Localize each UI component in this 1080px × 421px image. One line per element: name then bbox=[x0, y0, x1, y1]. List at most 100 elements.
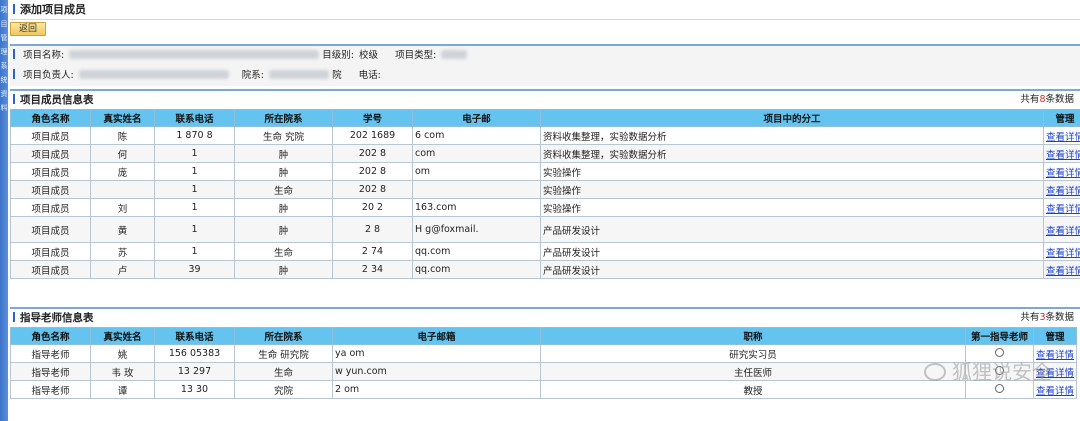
cell-email: qq.com bbox=[412, 242, 541, 261]
table-row: 项目成员 刘 1 肿 20 2 163.com 实验操作 查看详情 bbox=[10, 198, 1080, 217]
column-header: 电子邮箱 bbox=[332, 327, 541, 345]
cell-action: 查看详情 bbox=[1043, 126, 1080, 145]
column-header: 职称 bbox=[540, 327, 966, 345]
cell-phone: 1 870 8 bbox=[154, 126, 235, 145]
page-header: 添加项目成员 bbox=[10, 0, 1080, 20]
column-header: 真实姓名 bbox=[90, 109, 155, 127]
project-info-line-1: 项目名称: 目级别: 校级 项目类型: bbox=[10, 46, 1080, 66]
cell-phone: 1 bbox=[154, 180, 235, 199]
cell-role: 指导老师 bbox=[10, 362, 91, 381]
sidebar-char[interactable]: 项 bbox=[0, 6, 8, 14]
members-title: 项目成员信息表 bbox=[20, 94, 94, 106]
back-button[interactable]: 返回 bbox=[10, 22, 47, 36]
sidebar-char[interactable]: 系 bbox=[0, 62, 8, 70]
project-info-line-2: 项目负责人: 院系: 院 电话: bbox=[10, 66, 1080, 86]
project-info-panel: 项目名称: 目级别: 校级 项目类型: 项目负责人: 院系: 院 电话: bbox=[10, 44, 1080, 86]
sidebar-char[interactable]: 理 bbox=[0, 48, 8, 56]
cell-role: 项目成员 bbox=[10, 162, 91, 181]
cell-email: om bbox=[412, 162, 541, 181]
first-advisor-radio[interactable] bbox=[995, 384, 1004, 393]
cell-sid: 2 34 bbox=[332, 260, 413, 279]
view-details-link[interactable]: 查看详情 bbox=[1046, 204, 1080, 215]
view-details-link[interactable]: 查看详情 bbox=[1046, 186, 1080, 197]
cell-dept: 肿 bbox=[234, 144, 333, 163]
project-name-label: 项目名称: bbox=[23, 50, 65, 61]
column-header: 所在院系 bbox=[234, 109, 333, 127]
column-header: 项目中的分工 bbox=[540, 109, 1044, 127]
cell-name: 谭 bbox=[90, 380, 155, 399]
cell-name bbox=[90, 180, 155, 199]
column-header: 真实姓名 bbox=[90, 327, 155, 345]
column-header: 管理 bbox=[1043, 109, 1080, 127]
cell-task: 实验操作 bbox=[540, 180, 1044, 199]
cell-sid: 202 8 bbox=[332, 162, 413, 181]
cell-email bbox=[412, 180, 541, 199]
view-details-link[interactable]: 查看详情 bbox=[1046, 132, 1080, 143]
wechat-icon bbox=[924, 363, 946, 381]
cell-name: 庞 bbox=[90, 162, 155, 181]
table-row: 项目成员 陈 1 870 8 生命 究院 202 1689 6 com 资料收集… bbox=[10, 126, 1080, 145]
project-type-label: 项目类型: bbox=[395, 50, 437, 61]
cell-action: 查看详情 bbox=[1043, 144, 1080, 163]
cell-role: 项目成员 bbox=[10, 216, 91, 243]
table-row: 指导老师 姚 156 05383 生命 研究院 ya om 研究实习员 查看详情 bbox=[10, 344, 1077, 363]
cell-task: 实验操作 bbox=[540, 198, 1044, 217]
members-section: 项目成员信息表 共有8条数据 角色名称 真实姓名 联系电话 所在院系 学号 电子… bbox=[10, 89, 1080, 279]
column-header: 管理 bbox=[1033, 327, 1077, 345]
members-section-header: 项目成员信息表 共有8条数据 bbox=[10, 91, 1080, 109]
sidebar-char[interactable]: 目 bbox=[0, 20, 8, 28]
table-row: 项目成员 1 生命 202 8 实验操作 查看详情 bbox=[10, 180, 1080, 199]
count-prefix: 共有 bbox=[1020, 94, 1040, 105]
cell-name: 韦 玫 bbox=[90, 362, 155, 381]
cell-dept: 肿 bbox=[234, 216, 333, 243]
cell-task: 资料收集整理，实验数据分析 bbox=[540, 144, 1044, 163]
project-name-value bbox=[69, 50, 320, 59]
project-leader-value bbox=[78, 70, 229, 79]
cell-email: H g@foxmail. bbox=[412, 216, 541, 243]
view-details-link[interactable]: 查看详情 bbox=[1036, 386, 1074, 397]
project-dept-value: 院 bbox=[332, 70, 342, 81]
column-header: 所在院系 bbox=[234, 327, 333, 345]
cell-phone: 156 05383 bbox=[154, 344, 235, 363]
cell-dept: 肿 bbox=[234, 198, 333, 217]
cell-role: 指导老师 bbox=[10, 344, 91, 363]
column-header: 联系电话 bbox=[154, 109, 235, 127]
cell-email: 6 com bbox=[412, 126, 541, 145]
cell-sid: 2 74 bbox=[332, 242, 413, 261]
table-row: 项目成员 何 1 肿 202 8 com 资料收集整理，实验数据分析 查看详情 bbox=[10, 144, 1080, 163]
project-level-value: 校级 bbox=[359, 50, 379, 61]
teachers-table: 角色名称 真实姓名 联系电话 所在院系 电子邮箱 职称 第一指导老师 管理 指导… bbox=[10, 327, 1077, 399]
cell-title: 主任医师 bbox=[540, 362, 966, 381]
cell-email: 163.com bbox=[412, 198, 541, 217]
cell-email: 2 om bbox=[332, 380, 541, 399]
sidebar-char[interactable]: 料 bbox=[0, 104, 8, 112]
cell-dept: 生命 bbox=[234, 362, 333, 381]
sidebar-char[interactable]: 管 bbox=[0, 34, 8, 42]
project-phone-label: 电话: bbox=[358, 70, 381, 81]
cell-role: 项目成员 bbox=[10, 242, 91, 261]
view-details-link[interactable]: 查看详情 bbox=[1046, 248, 1080, 259]
cell-sid: 20 2 bbox=[332, 198, 413, 217]
teachers-section: 指导老师信息表 共有3条数据 角色名称 真实姓名 联系电话 所在院系 电子邮箱 … bbox=[10, 307, 1080, 399]
view-details-link[interactable]: 查看详情 bbox=[1046, 168, 1080, 179]
cell-title: 研究实习员 bbox=[540, 344, 966, 363]
cell-name: 卢 bbox=[90, 260, 155, 279]
cell-dept: 究院 bbox=[234, 380, 333, 399]
cell-name: 何 bbox=[90, 144, 155, 163]
cell-role: 项目成员 bbox=[10, 180, 91, 199]
page-title: 添加项目成员 bbox=[20, 3, 86, 16]
main-content: 添加项目成员 返回 项目名称: 目级别: 校级 项目类型: 项目负责人: 院系:… bbox=[10, 0, 1080, 421]
sidebar-char[interactable]: 统 bbox=[0, 76, 8, 84]
view-details-link[interactable]: 查看详情 bbox=[1046, 226, 1080, 237]
view-details-link[interactable]: 查看详情 bbox=[1046, 150, 1080, 161]
cell-phone: 39 bbox=[154, 260, 235, 279]
column-header: 学号 bbox=[332, 109, 413, 127]
cell-dept: 生命 研究院 bbox=[234, 344, 333, 363]
cell-phone: 13 297 bbox=[154, 362, 235, 381]
cell-phone: 13 30 bbox=[154, 380, 235, 399]
cell-action: 查看详情 bbox=[1043, 180, 1080, 199]
sidebar-char[interactable]: 资 bbox=[0, 90, 8, 98]
cell-sid: 202 8 bbox=[332, 180, 413, 199]
cell-name: 苏 bbox=[90, 242, 155, 261]
view-details-link[interactable]: 查看详情 bbox=[1046, 266, 1080, 277]
